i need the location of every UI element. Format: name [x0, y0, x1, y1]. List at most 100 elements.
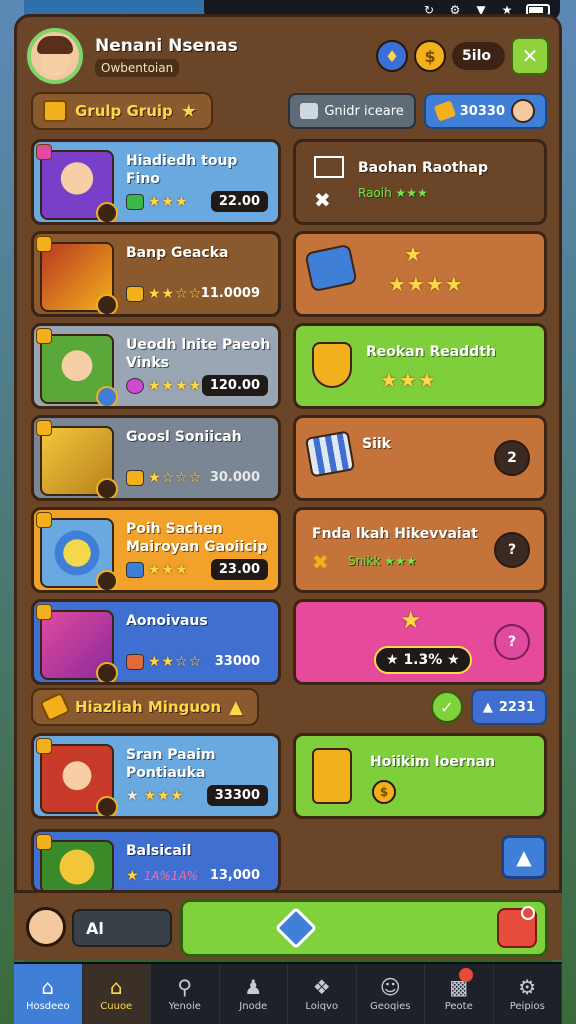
play-icon [274, 906, 318, 950]
avatar[interactable] [27, 28, 83, 84]
item-card-3[interactable]: Ueodh lnite Paeoh Vinks ★★★★ 120.00 [31, 323, 281, 409]
card-meta: ★★★ [126, 562, 189, 578]
item-card-8[interactable]: Balsicail ★ 1A%1A% 13,000 [31, 829, 281, 893]
coins-label: 30330 [459, 103, 505, 119]
crossed-swords-icon: ✖ [314, 188, 331, 212]
nav-settings[interactable]: ⚙ Peipios [494, 964, 562, 1024]
player-subtitle: Owbentoian [95, 58, 180, 77]
reward-card-2[interactable]: ★ ★★★★ [293, 231, 547, 317]
card-sub-icon [96, 662, 118, 682]
card-price: 11.0009 [200, 286, 260, 301]
reward-title: Siik [362, 436, 391, 452]
reward-action-button[interactable]: ? [494, 624, 530, 660]
nav-shop[interactable]: ⌂ Cuuoe [82, 964, 151, 1024]
player-avatar[interactable] [26, 907, 66, 947]
gem-chest-icon [304, 243, 358, 293]
counter-button[interactable]: ▲ 2231 [470, 689, 547, 725]
coin-icon: $ [372, 780, 396, 804]
scroll-button[interactable]: ▲ [501, 835, 547, 879]
team-field-label: Al [86, 918, 104, 938]
star-icon: ★ [180, 100, 197, 122]
reward-action-button[interactable]: ? [494, 532, 530, 568]
nav-compass[interactable]: ❖ Loiqvo [288, 964, 357, 1024]
reward-sub: Snikk ★★★ [348, 554, 417, 568]
check-button[interactable]: ✓ [430, 691, 463, 723]
crossed-swords-icon: ✖ [312, 550, 329, 574]
item-card-2[interactable]: Banp Geacka ★★☆☆ 11.0009 [31, 231, 281, 317]
coin-button[interactable]: $ [414, 40, 447, 72]
reward-title: Reokan Readdth [366, 344, 496, 360]
nav-profile[interactable]: ☺ Geoqies [357, 964, 425, 1024]
chat-icon[interactable] [497, 906, 537, 948]
compass-icon: ❖ [312, 974, 331, 999]
card-sub-icon [96, 386, 118, 406]
nav-player[interactable]: ♟ Jnode [220, 964, 288, 1024]
cube-icon [126, 562, 144, 578]
section-title-top[interactable]: Grulp Gruip ★ [31, 92, 213, 130]
filter-label: Gnidr iceare [324, 103, 404, 119]
section-title-bottom[interactable]: Hiazliah Minguon ▲ [31, 688, 259, 726]
reward-card-7[interactable]: Hoiikim Ioernan $ [293, 733, 547, 819]
reward-card-4[interactable]: Siik 2 [293, 415, 547, 501]
play-button[interactable] [180, 899, 548, 957]
sword-icon [39, 691, 71, 723]
nav-stats[interactable]: ▩ Peote [425, 964, 494, 1024]
nav-label: Hosdeeo [25, 1000, 70, 1012]
coins-button[interactable]: 30330 [423, 93, 547, 129]
currency-amount: 5ilo [452, 42, 505, 70]
item-card-6[interactable]: Aonoivaus ★★☆☆ 33000 [31, 599, 281, 685]
gear-icon: ⚙ [518, 974, 537, 999]
nav-search[interactable]: ⚲ Yenoie [151, 964, 220, 1024]
search-icon: ⚲ [177, 974, 193, 999]
item-card-7[interactable]: Sran Paaim Pontiauka ★ ★★★ 33300 [31, 733, 281, 819]
filter-button[interactable]: Gnidr iceare [288, 93, 416, 129]
card-price: 33300 [206, 785, 268, 806]
rating-stars: ★★★ [380, 368, 437, 392]
card-sub-icon [96, 478, 118, 498]
reward-card-3[interactable]: Reokan Readdth ★★★ [293, 323, 547, 409]
rating-stars: ★★★★ [148, 378, 203, 394]
star-icon: ★ [386, 652, 399, 668]
card-sub-icon [96, 294, 118, 314]
card-badge-icon [36, 604, 52, 620]
card-badge-icon [36, 236, 52, 252]
top-section-header: Grulp Gruip ★ Gnidr iceare 30330 [31, 91, 547, 131]
close-button[interactable]: ✕ [511, 37, 549, 75]
rating-stars: ★★★ [395, 186, 428, 200]
reward-pill: ★ 1.3% ★ [374, 646, 472, 674]
puzzle-icon [300, 103, 319, 119]
reward-card-1[interactable]: ✖ Baohan Raothap Raoih ★★★ [293, 139, 547, 225]
rating-stars: ★☆☆☆ [148, 470, 203, 486]
card-meta: ★☆☆☆ [126, 470, 202, 486]
nav-label: Peote [444, 1000, 473, 1012]
shield-icon [312, 342, 352, 388]
section-title-top-label: Grulp Gruip [75, 102, 173, 120]
card-title: Goosl Soniicah [126, 429, 242, 445]
card-price: 22.00 [210, 191, 268, 212]
reward-card-6[interactable]: ★ ★ 1.3% ★ ? [293, 599, 547, 685]
reward-sub-label: Raoih [358, 186, 392, 200]
card-meta: ★★★★ [126, 788, 184, 804]
gem-button[interactable]: ♦ [376, 40, 409, 72]
big-star-icon: ★ [404, 242, 423, 266]
nav-label: Yenoie [168, 1000, 201, 1012]
rating-stars: ★ [126, 868, 140, 884]
nav-label: Peipios [509, 1000, 545, 1012]
item-card-5[interactable]: Poih Sachen Mairoyan Gaoiicip ★★★ 23.00 [31, 507, 281, 593]
reward-card-5[interactable]: Fnda lkah Hikevvaiat ✖ Snikk ★★★ ? [293, 507, 547, 593]
reward-action-button[interactable]: 2 [494, 440, 530, 476]
star-icon: ★ [447, 652, 460, 668]
card-badge-icon [36, 420, 52, 436]
card-title: Poih Sachen Mairoyan Gaoiicip [126, 521, 268, 555]
team-field[interactable]: Al [72, 909, 172, 947]
shop-icon: ⌂ [109, 974, 123, 999]
card-sub-icon [96, 570, 118, 590]
avatar-hair [37, 36, 73, 54]
section-title-bottom-label: Hiazliah Minguon [75, 698, 222, 716]
chest-icon [126, 470, 144, 486]
item-card-4[interactable]: Goosl Soniicah ★☆☆☆ 30.000 [31, 415, 281, 501]
nav-label: Loiqvo [305, 1000, 339, 1012]
nav-home[interactable]: ⌂ Hosdeeo [14, 964, 83, 1024]
reward-pill-label: 1.3% [403, 652, 443, 668]
item-card-1[interactable]: Hiadiedh toup Fino ★★★ 22.00 [31, 139, 281, 225]
